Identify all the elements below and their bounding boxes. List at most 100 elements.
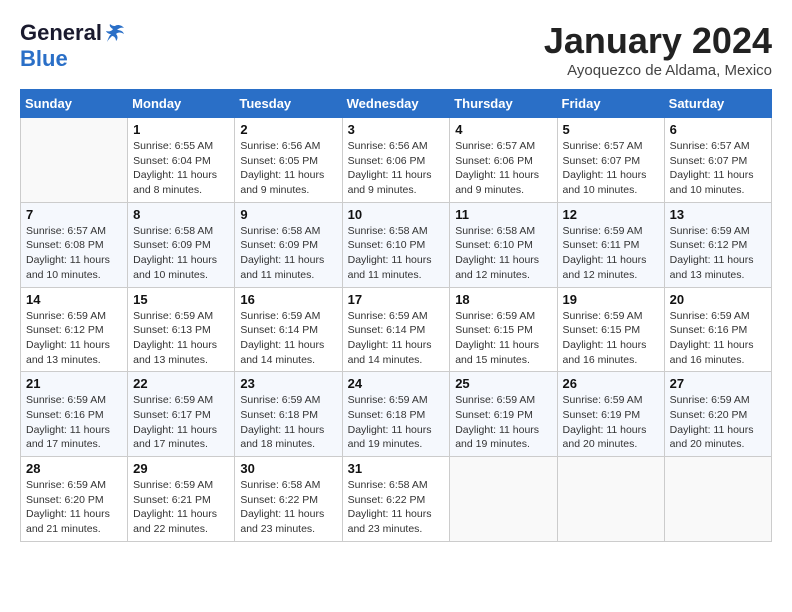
day-info: Sunrise: 6:57 AM Sunset: 6:08 PM Dayligh… [26, 224, 122, 283]
day-number: 23 [240, 376, 336, 391]
day-info: Sunrise: 6:59 AM Sunset: 6:11 PM Dayligh… [563, 224, 659, 283]
day-number: 8 [133, 207, 229, 222]
calendar-week-row: 1 Sunrise: 6:55 AM Sunset: 6:04 PM Daylig… [21, 118, 772, 203]
day-number: 15 [133, 292, 229, 307]
weekday-header: Monday [128, 90, 235, 118]
day-number: 7 [26, 207, 122, 222]
location: Ayoquezco de Aldama, Mexico [544, 62, 772, 79]
calendar-cell: 12 Sunrise: 6:59 AM Sunset: 6:11 PM Dayli… [557, 202, 664, 287]
calendar-cell: 6 Sunrise: 6:57 AM Sunset: 6:07 PM Daylig… [664, 118, 771, 203]
day-number: 11 [455, 207, 551, 222]
day-number: 6 [670, 122, 766, 137]
day-number: 12 [563, 207, 659, 222]
calendar-cell: 13 Sunrise: 6:59 AM Sunset: 6:12 PM Dayli… [664, 202, 771, 287]
weekday-header: Friday [557, 90, 664, 118]
calendar-week-row: 21Sunrise: 6:59 AM Sunset: 6:16 PM Dayli… [21, 372, 772, 457]
day-info: Sunrise: 6:59 AM Sunset: 6:19 PM Dayligh… [455, 393, 551, 452]
day-number: 28 [26, 461, 122, 476]
weekday-header: Saturday [664, 90, 771, 118]
day-info: Sunrise: 6:59 AM Sunset: 6:20 PM Dayligh… [26, 478, 122, 537]
day-number: 18 [455, 292, 551, 307]
calendar-cell: 11 Sunrise: 6:58 AM Sunset: 6:10 PM Dayli… [450, 202, 557, 287]
day-info: Sunrise: 6:58 AM Sunset: 6:10 PM Dayligh… [455, 224, 551, 283]
day-info: Sunrise: 6:59 AM Sunset: 6:13 PM Dayligh… [133, 309, 229, 368]
day-number: 3 [348, 122, 445, 137]
calendar-cell: 25Sunrise: 6:59 AM Sunset: 6:19 PM Dayli… [450, 372, 557, 457]
calendar-cell: 3 Sunrise: 6:56 AM Sunset: 6:06 PM Daylig… [342, 118, 450, 203]
day-info: Sunrise: 6:59 AM Sunset: 6:15 PM Dayligh… [563, 309, 659, 368]
day-info: Sunrise: 6:58 AM Sunset: 6:22 PM Dayligh… [348, 478, 445, 537]
day-info: Sunrise: 6:58 AM Sunset: 6:09 PM Dayligh… [133, 224, 229, 283]
calendar-cell: 7 Sunrise: 6:57 AM Sunset: 6:08 PM Daylig… [21, 202, 128, 287]
day-info: Sunrise: 6:59 AM Sunset: 6:14 PM Dayligh… [348, 309, 445, 368]
day-number: 20 [670, 292, 766, 307]
calendar-cell: 20 Sunrise: 6:59 AM Sunset: 6:16 PM Dayli… [664, 287, 771, 372]
day-info: Sunrise: 6:58 AM Sunset: 6:10 PM Dayligh… [348, 224, 445, 283]
calendar-cell: 9 Sunrise: 6:58 AM Sunset: 6:09 PM Daylig… [235, 202, 342, 287]
calendar-cell: 22 Sunrise: 6:59 AM Sunset: 6:17 PM Dayli… [128, 372, 235, 457]
day-number: 22 [133, 376, 229, 391]
day-number: 14 [26, 292, 122, 307]
day-info: Sunrise: 6:59 AM Sunset: 6:12 PM Dayligh… [670, 224, 766, 283]
day-number: 10 [348, 207, 445, 222]
day-info: Sunrise: 6:58 AM Sunset: 6:09 PM Dayligh… [240, 224, 336, 283]
day-info: Sunrise: 6:59 AM Sunset: 6:18 PM Dayligh… [348, 393, 445, 452]
day-info: Sunrise: 6:55 AM Sunset: 6:04 PM Dayligh… [133, 139, 229, 198]
day-number: 29 [133, 461, 229, 476]
calendar-cell: 19 Sunrise: 6:59 AM Sunset: 6:15 PM Dayli… [557, 287, 664, 372]
day-info: Sunrise: 6:57 AM Sunset: 6:06 PM Dayligh… [455, 139, 551, 198]
calendar-cell: 21Sunrise: 6:59 AM Sunset: 6:16 PM Dayli… [21, 372, 128, 457]
logo: General Blue [20, 20, 126, 72]
day-info: Sunrise: 6:57 AM Sunset: 6:07 PM Dayligh… [670, 139, 766, 198]
day-number: 26 [563, 376, 659, 391]
day-info: Sunrise: 6:59 AM Sunset: 6:15 PM Dayligh… [455, 309, 551, 368]
calendar-week-row: 7 Sunrise: 6:57 AM Sunset: 6:08 PM Daylig… [21, 202, 772, 287]
page-header: General Blue January 2024 Ayoquezco de A… [20, 20, 772, 79]
calendar-cell: 27Sunrise: 6:59 AM Sunset: 6:20 PM Dayli… [664, 372, 771, 457]
day-info: Sunrise: 6:59 AM Sunset: 6:12 PM Dayligh… [26, 309, 122, 368]
day-info: Sunrise: 6:59 AM Sunset: 6:20 PM Dayligh… [670, 393, 766, 452]
day-info: Sunrise: 6:58 AM Sunset: 6:22 PM Dayligh… [240, 478, 336, 537]
day-info: Sunrise: 6:59 AM Sunset: 6:16 PM Dayligh… [670, 309, 766, 368]
calendar-cell: 5Sunrise: 6:57 AM Sunset: 6:07 PM Daylig… [557, 118, 664, 203]
day-info: Sunrise: 6:56 AM Sunset: 6:06 PM Dayligh… [348, 139, 445, 198]
calendar-table: SundayMondayTuesdayWednesdayThursdayFrid… [20, 89, 772, 542]
day-info: Sunrise: 6:59 AM Sunset: 6:21 PM Dayligh… [133, 478, 229, 537]
calendar-cell: 18 Sunrise: 6:59 AM Sunset: 6:15 PM Dayli… [450, 287, 557, 372]
day-number: 9 [240, 207, 336, 222]
calendar-cell [664, 457, 771, 542]
calendar-week-row: 14 Sunrise: 6:59 AM Sunset: 6:12 PM Dayli… [21, 287, 772, 372]
day-number: 30 [240, 461, 336, 476]
day-info: Sunrise: 6:59 AM Sunset: 6:17 PM Dayligh… [133, 393, 229, 452]
calendar-cell: 8 Sunrise: 6:58 AM Sunset: 6:09 PM Daylig… [128, 202, 235, 287]
day-number: 4 [455, 122, 551, 137]
weekday-header: Sunday [21, 90, 128, 118]
day-number: 19 [563, 292, 659, 307]
calendar-cell: 1 Sunrise: 6:55 AM Sunset: 6:04 PM Daylig… [128, 118, 235, 203]
weekday-header: Thursday [450, 90, 557, 118]
day-number: 24 [348, 376, 445, 391]
calendar-cell: 26 Sunrise: 6:59 AM Sunset: 6:19 PM Dayli… [557, 372, 664, 457]
calendar-cell: 15 Sunrise: 6:59 AM Sunset: 6:13 PM Dayli… [128, 287, 235, 372]
calendar-cell: 16Sunrise: 6:59 AM Sunset: 6:14 PM Dayli… [235, 287, 342, 372]
calendar-cell [557, 457, 664, 542]
calendar-week-row: 28 Sunrise: 6:59 AM Sunset: 6:20 PM Dayli… [21, 457, 772, 542]
calendar-cell [21, 118, 128, 203]
calendar-cell: 2Sunrise: 6:56 AM Sunset: 6:05 PM Daylig… [235, 118, 342, 203]
logo-bird-icon [104, 22, 126, 44]
month-title: January 2024 [544, 20, 772, 62]
calendar-cell: 30 Sunrise: 6:58 AM Sunset: 6:22 PM Dayli… [235, 457, 342, 542]
title-section: January 2024 Ayoquezco de Aldama, Mexico [544, 20, 772, 79]
calendar-cell: 28 Sunrise: 6:59 AM Sunset: 6:20 PM Dayli… [21, 457, 128, 542]
day-number: 13 [670, 207, 766, 222]
day-info: Sunrise: 6:59 AM Sunset: 6:19 PM Dayligh… [563, 393, 659, 452]
logo-general: General [20, 20, 102, 46]
day-info: Sunrise: 6:56 AM Sunset: 6:05 PM Dayligh… [240, 139, 336, 198]
day-number: 17 [348, 292, 445, 307]
calendar-cell: 31Sunrise: 6:58 AM Sunset: 6:22 PM Dayli… [342, 457, 450, 542]
day-number: 21 [26, 376, 122, 391]
calendar-cell: 10 Sunrise: 6:58 AM Sunset: 6:10 PM Dayli… [342, 202, 450, 287]
day-info: Sunrise: 6:59 AM Sunset: 6:14 PM Dayligh… [240, 309, 336, 368]
weekday-header: Wednesday [342, 90, 450, 118]
day-number: 1 [133, 122, 229, 137]
